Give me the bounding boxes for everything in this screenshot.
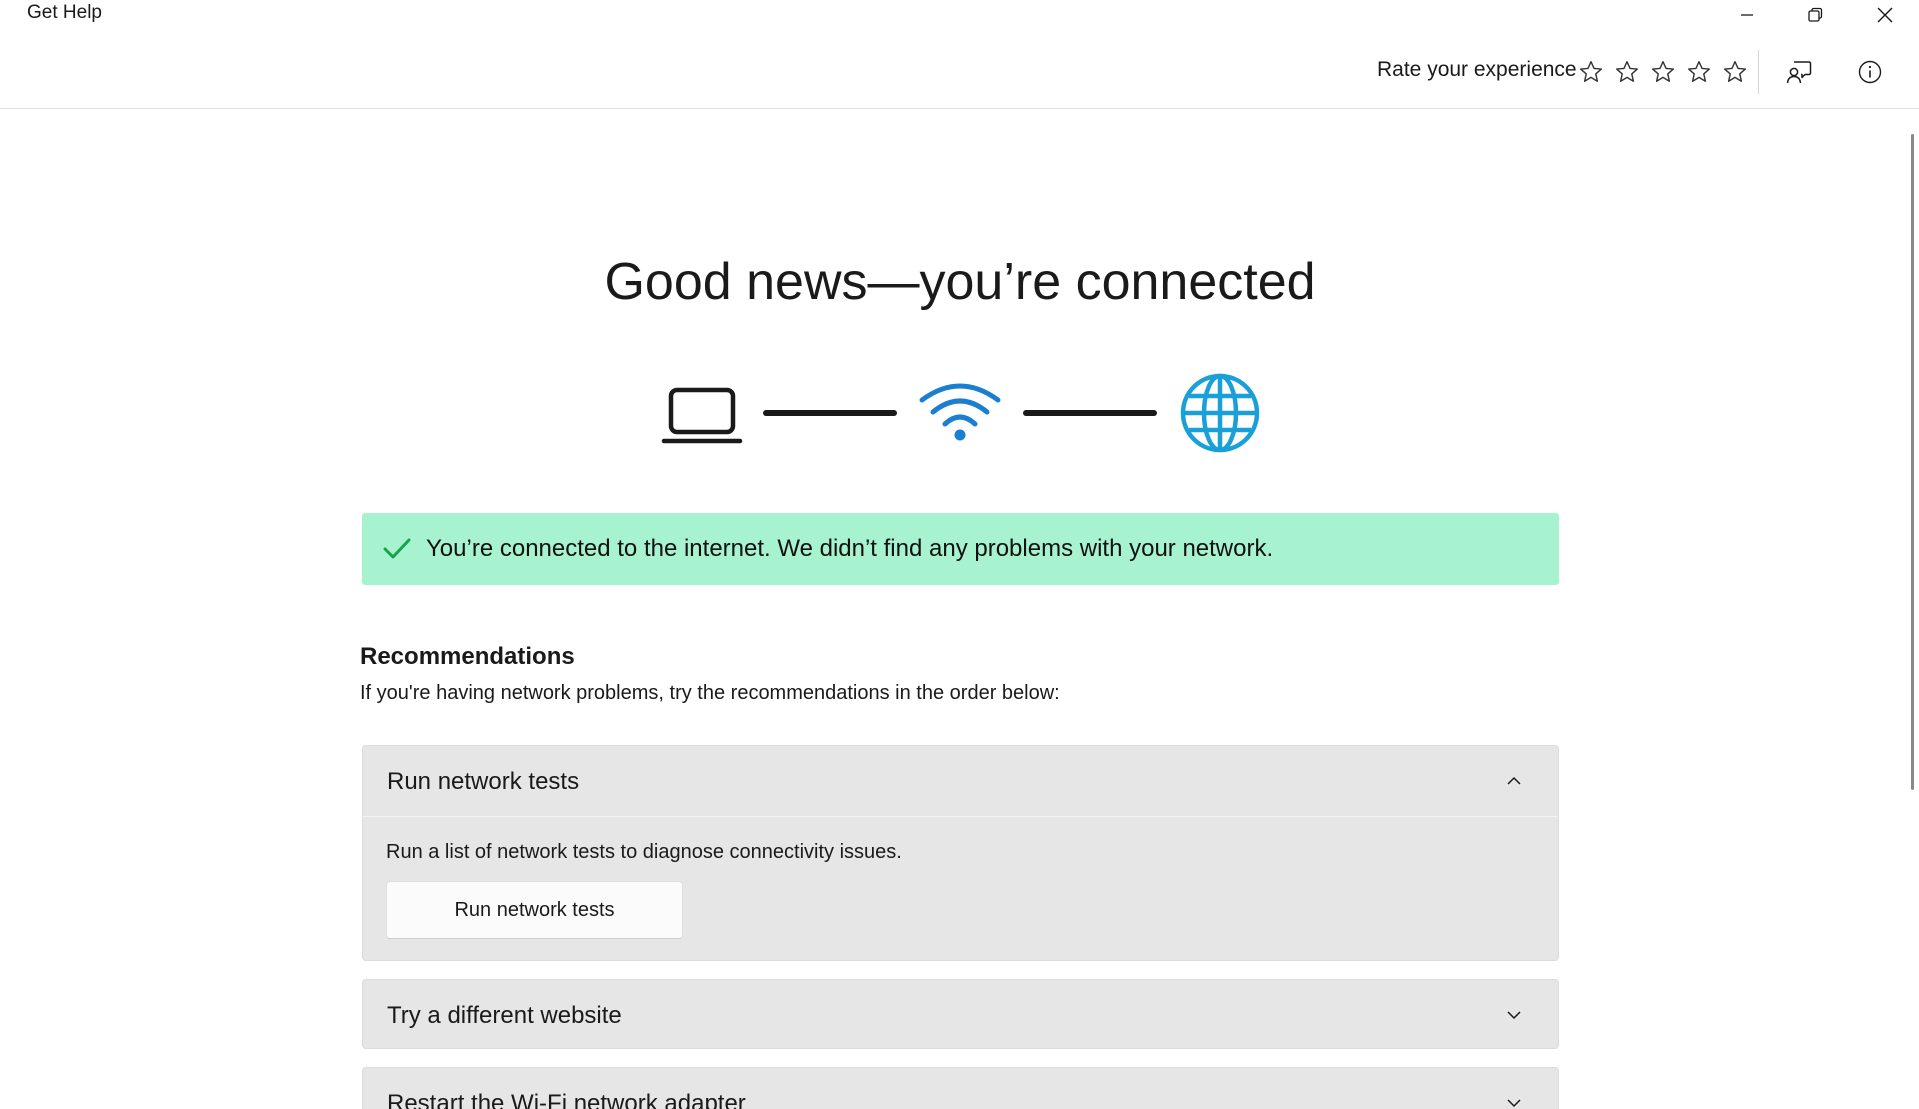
accordion-description: Run a list of network tests to diagnose … [386, 841, 902, 863]
feedback-button[interactable] [1777, 50, 1821, 94]
info-icon [1858, 60, 1882, 84]
close-button[interactable] [1851, 0, 1919, 30]
vertical-scrollbar[interactable] [1911, 134, 1914, 790]
info-button[interactable] [1848, 50, 1892, 94]
title-bar: Get Help [0, 0, 1919, 30]
accordion-try-different-website: Try a different website [362, 979, 1559, 1049]
accordion-title: Try a different website [387, 1002, 622, 1029]
accordion-run-network-tests: Run network tests Run a list of network … [362, 745, 1559, 961]
connection-diagram [655, 370, 1275, 460]
laptop-icon [661, 386, 743, 451]
check-icon [382, 534, 412, 564]
minimize-icon [1741, 14, 1753, 16]
connection-line-1 [763, 410, 897, 416]
recommendations-subtitle: If you're having network problems, try t… [360, 682, 1060, 704]
status-text: You’re connected to the internet. We did… [426, 535, 1274, 562]
wifi-icon [918, 382, 1002, 449]
header-bar: Rate your experience [0, 30, 1919, 109]
recommendations-heading: Recommendations [360, 643, 575, 670]
globe-icon [1179, 372, 1261, 459]
accordion-header[interactable]: Try a different website [363, 980, 1558, 1050]
star-1-icon[interactable] [1575, 56, 1607, 88]
rate-experience-label: Rate your experience [1377, 58, 1577, 81]
accordion-title: Restart the Wi-Fi network adapter [387, 1090, 746, 1109]
feedback-icon [1786, 61, 1812, 84]
star-2-icon[interactable] [1611, 56, 1643, 88]
accordion-body: Run a list of network tests to diagnose … [363, 816, 1558, 960]
star-5-icon[interactable] [1719, 56, 1751, 88]
accordion-title: Run network tests [387, 768, 580, 795]
run-network-tests-button[interactable]: Run network tests [386, 881, 683, 939]
connection-line-2 [1023, 410, 1157, 416]
get-help-window: Get Help Rate your experience Good news—… [0, 0, 1919, 1109]
star-rating [1575, 56, 1751, 88]
close-icon [1877, 7, 1893, 23]
accordion-header[interactable]: Run network tests [363, 746, 1558, 816]
chevron-up-icon[interactable] [1504, 771, 1524, 791]
restore-icon [1808, 7, 1823, 22]
minimize-button[interactable] [1713, 0, 1781, 30]
header-divider [1758, 50, 1759, 94]
status-banner: You’re connected to the internet. We did… [362, 513, 1559, 585]
star-4-icon[interactable] [1683, 56, 1715, 88]
star-3-icon[interactable] [1647, 56, 1679, 88]
app-title: Get Help [27, 2, 102, 23]
chevron-down-icon[interactable] [1504, 1093, 1524, 1109]
restore-button[interactable] [1781, 0, 1849, 30]
page-title: Good news—you’re connected [604, 253, 1316, 311]
accordion-header[interactable]: Restart the Wi-Fi network adapter [363, 1068, 1558, 1109]
accordion-restart-wifi-adapter: Restart the Wi-Fi network adapter [362, 1067, 1559, 1109]
chevron-down-icon[interactable] [1504, 1005, 1524, 1025]
